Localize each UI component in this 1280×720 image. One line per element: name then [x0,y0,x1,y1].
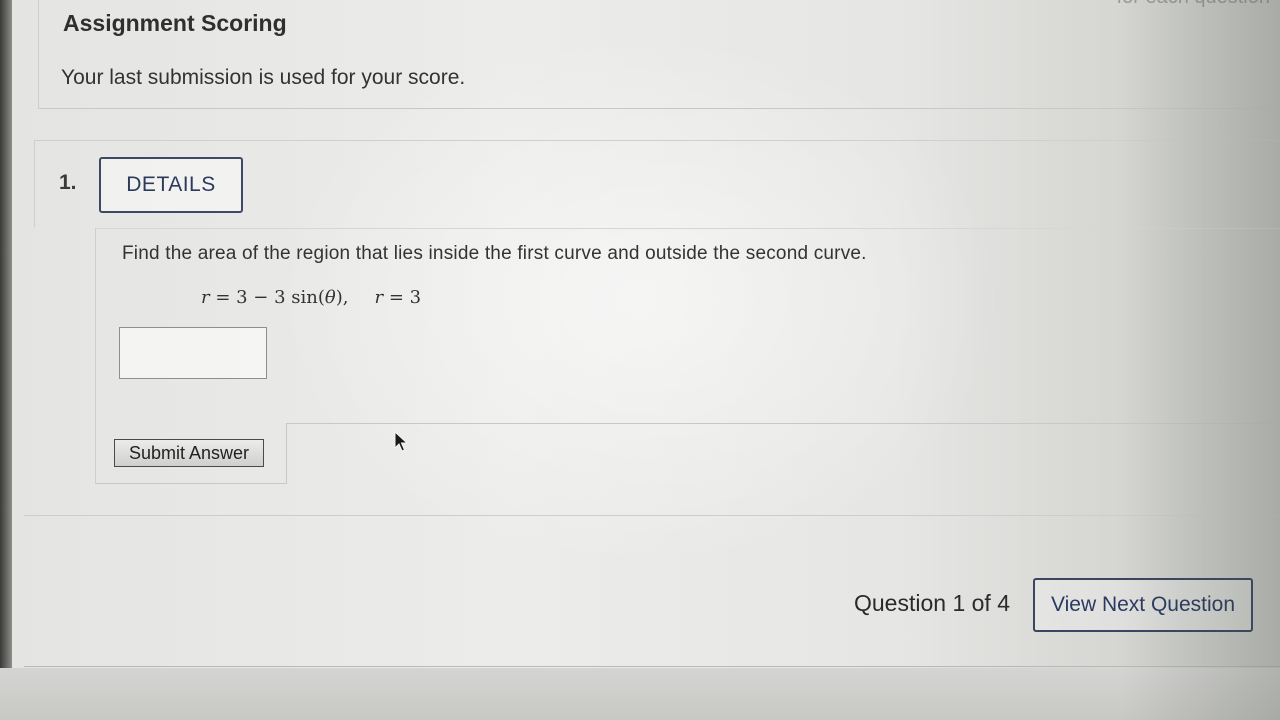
page-bottom-strip [0,668,1280,720]
question-counter: Question 1 of 4 [854,590,1010,616]
curve1-end: ), [335,287,349,308]
view-next-question-button[interactable]: View Next Question [1033,578,1253,632]
curve1-variable: r [201,287,210,308]
curve2-expression: = 3 [383,287,422,308]
question-body: Find the area of the region that lies in… [95,228,1280,484]
mouse-pointer-icon [394,431,409,452]
scoring-title: Assignment Scoring [63,10,287,36]
scoring-description: Your last submission is used for your sc… [61,66,466,89]
theta-symbol: θ [324,287,336,308]
feedback-area [286,423,1280,436]
answer-input[interactable] [119,327,267,379]
assignment-scoring-panel: Assignment Scoring Your last submission … [38,0,1280,109]
question-navigation: Question 1 of 4 View Next Question [24,515,1280,667]
question-prompt: Find the area of the region that lies in… [122,243,867,264]
question-number: 1. [59,171,77,194]
submit-answer-button[interactable]: Submit Answer [114,439,264,467]
submit-area: Submit Answer [96,423,287,484]
equation: r = 3 − 3 sin(θ), r = 3 [201,287,421,308]
curve1-expression: = 3 − 3 sin( [209,287,325,308]
question-header: 1. DETAILS [34,140,1280,227]
details-button[interactable]: DETAILS [99,157,243,213]
curve2-variable: r [374,287,384,308]
screen-bezel [0,0,12,720]
